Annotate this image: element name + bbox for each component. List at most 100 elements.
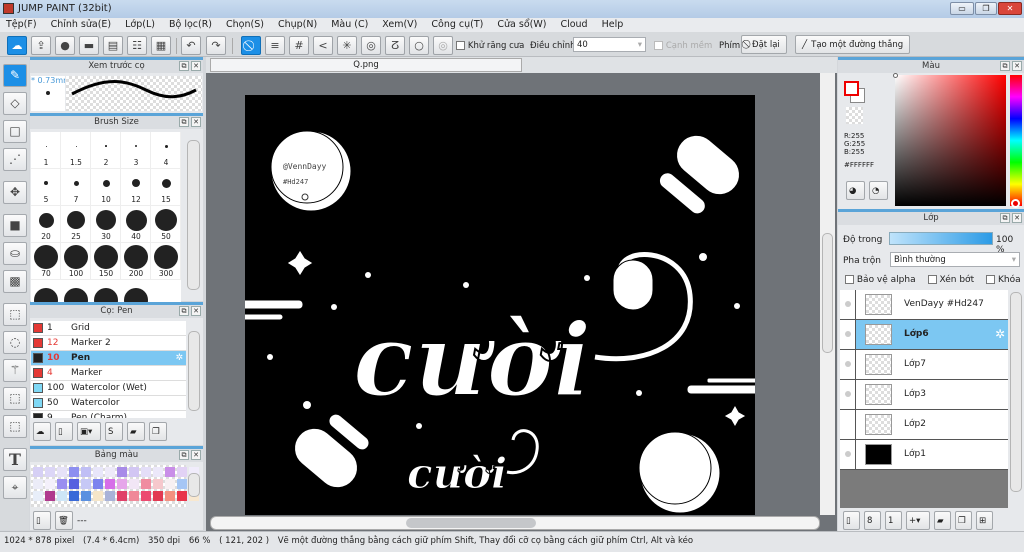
select-rect-tool-icon[interactable]: ⬚ [3,303,27,326]
palette-swatch[interactable] [81,491,91,501]
palette-swatch[interactable] [69,491,79,501]
new-layer-icon[interactable]: ▯ [843,511,860,530]
menu-item[interactable]: Cloud [560,18,595,32]
palette-swatch[interactable] [57,467,67,477]
float-icon[interactable]: ⧉ [1000,213,1010,223]
clip-checkbox[interactable] [927,275,937,284]
fill-rect-tool-icon[interactable]: ■ [3,214,27,237]
foreground-color-swatch[interactable] [844,81,859,96]
new-1bit-layer-icon[interactable]: 1 [885,511,902,530]
brush-size-cell[interactable]: 30 [91,206,121,243]
horizontal-scrollbar[interactable] [210,516,820,530]
hue-handle[interactable] [1011,199,1020,208]
palette-swatch[interactable] [117,467,127,477]
brush-list-item[interactable]: 50 Watercolor [31,396,186,411]
brush-size-cell[interactable]: 20 [31,206,61,243]
palette-swatch[interactable] [153,479,163,489]
transparent-color-swatch[interactable] [846,107,863,124]
palette-edit-icon[interactable]: ◔ [869,181,888,200]
picker-handle[interactable] [893,73,898,78]
lasso-tool-icon[interactable]: ◌ [3,331,27,354]
close-panel-icon[interactable]: ✕ [191,61,201,71]
palette-swatch[interactable] [33,491,43,501]
palette-swatch[interactable] [117,479,127,489]
float-icon[interactable]: ⧉ [179,450,189,460]
brush-list-item[interactable]: 9 Pen (Charm) [31,411,186,418]
brush-size-cell[interactable]: 10 [91,169,121,206]
palette-swatch[interactable] [45,479,55,489]
hue-slider[interactable] [1010,75,1022,208]
magic-wand-tool-icon[interactable]: ⚚ [3,359,27,382]
gear-icon[interactable]: ✲ [175,351,183,365]
brush-size-cell[interactable]: 50 [151,206,181,243]
palette-swatch[interactable] [129,479,139,489]
bucket-tool-icon[interactable]: ⛀ [3,242,27,265]
palette-swatch[interactable] [93,479,103,489]
new-page-icon[interactable]: ▤ [103,36,123,55]
brush-list-item[interactable]: 100 Watercolor (Wet) [31,381,186,396]
close-button[interactable]: ✕ [998,2,1022,15]
brush-size-cell[interactable]: 4 [151,132,181,169]
palette-swatch[interactable] [129,491,139,501]
layer-row[interactable]: Lớp6 ✲ [840,320,1008,350]
duplicate-layer-icon[interactable]: ❐ [955,511,972,530]
speech-bubble-icon[interactable]: ● [55,36,75,55]
select-eraser-tool-icon[interactable]: ⬚ [3,415,27,438]
layer-folder-icon[interactable]: ▰ [934,511,951,530]
palette-swatch[interactable] [153,467,163,477]
undo-icon[interactable]: ↶ [181,36,201,55]
palette-swatch[interactable] [177,491,187,501]
brush-size-scrollbar[interactable] [187,140,200,290]
vertical-scroll-thumb[interactable] [822,233,833,353]
palette-swatch[interactable] [153,491,163,501]
smooth-edge-checkbox[interactable] [654,41,663,50]
no-guide-icon[interactable]: ⃠ [241,36,261,55]
menu-item[interactable]: Help [602,18,632,32]
menu-item[interactable]: Bộ lọc(R) [169,18,220,32]
brush-size-cell[interactable]: 1 [31,132,61,169]
menu-item[interactable]: Công cụ(T) [431,18,491,32]
palette-swatch[interactable] [141,491,151,501]
layer-row[interactable]: Lớp1 [840,440,1008,470]
operation-tool-icon[interactable]: ⌖ [3,476,27,499]
brush-size-cell[interactable]: 2 [91,132,121,169]
brush-size-cell[interactable]: 3 [121,132,151,169]
dot-pen-tool-icon[interactable]: ⋰ [3,148,27,171]
brush-size-cell[interactable]: 300 [151,243,181,280]
close-panel-icon[interactable]: ✕ [1012,213,1022,223]
trash-icon[interactable]: 🗑 [55,511,73,530]
ellipse-icon[interactable]: ◎ [433,36,453,55]
eraser-tool-icon[interactable]: ◇ [3,92,27,115]
palette-swatch[interactable] [69,467,79,477]
menu-item[interactable]: Màu (C) [331,18,376,32]
menu-item[interactable]: Chụp(N) [278,18,325,32]
float-icon[interactable]: ⧉ [1000,61,1010,71]
adjust-select[interactable]: 40 ▾ [573,37,646,52]
gradient-tool-icon[interactable]: ▩ [3,270,27,293]
brush-size-cell[interactable]: 1.5 [61,132,91,169]
folder-icon[interactable]: ▰ [127,422,145,441]
restore-button[interactable]: ❐ [975,2,997,15]
grid-icon[interactable]: # [289,36,309,55]
minimize-button[interactable]: ▭ [950,2,974,15]
share-icon[interactable]: ⇪ [31,36,51,55]
palette-swatch[interactable] [93,491,103,501]
brush-list-scrollbar[interactable] [188,331,200,411]
menu-item[interactable]: Cửa sổ(W) [497,18,554,32]
horizontal-scroll-thumb[interactable] [406,518,536,528]
palette-swatch[interactable] [177,467,187,477]
brush-size-cell[interactable]: 40 [121,206,151,243]
brush-size-cell[interactable]: 100 [61,243,91,280]
new-brush-icon[interactable]: ▯ [55,422,73,441]
close-panel-icon[interactable]: ✕ [191,450,201,460]
palette-swatch[interactable] [81,467,91,477]
concentric-icon[interactable]: ◎ [361,36,381,55]
protect-alpha-checkbox[interactable] [845,275,854,284]
brush-size-cell[interactable]: 70 [31,243,61,280]
brush-size-cell[interactable]: 5 [31,169,61,206]
palette-swatch[interactable] [57,491,67,501]
new-8bit-layer-icon[interactable]: 8 [864,511,881,530]
brush-size-cell[interactable]: 15 [151,169,181,206]
palette-swatch[interactable] [33,467,43,477]
palette-swatch[interactable] [165,467,175,477]
